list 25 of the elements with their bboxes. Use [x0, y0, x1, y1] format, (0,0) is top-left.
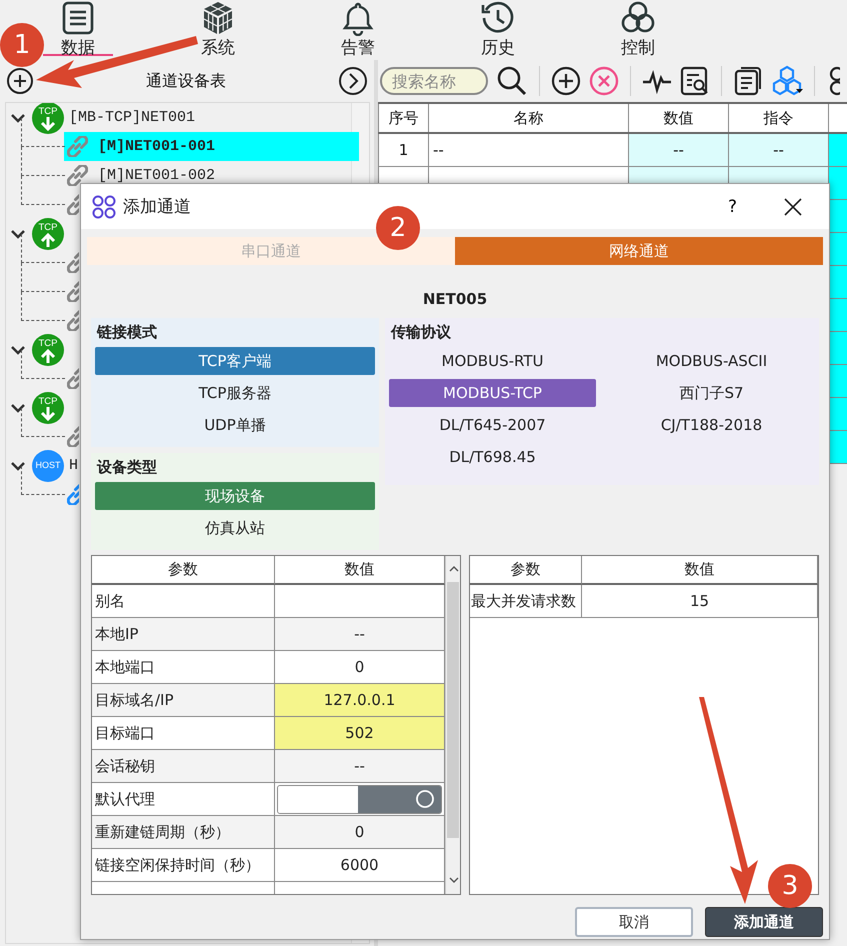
section-title: 设备类型: [96, 457, 158, 478]
table-cell: --: [628, 133, 728, 166]
table-cell: 最大并发请求数: [470, 585, 582, 618]
protocol-badge: TCP: [32, 392, 64, 424]
channel-name: NET005: [422, 290, 488, 308]
table-cell: 重新建链周期（秒）: [92, 816, 275, 849]
step-badge: 1: [0, 23, 44, 67]
table-cell: 本地IP: [92, 618, 275, 651]
protocol-badge: TCP: [32, 103, 64, 134]
table-cell: 1: [378, 133, 428, 166]
column-header: 参数: [92, 556, 275, 585]
column-header: 数值: [582, 556, 818, 585]
table-cell: 目标域名/IP: [92, 684, 275, 717]
table-cell: 会话秘钥: [92, 750, 275, 783]
table-cell: 链接空闲保持时间（秒）: [92, 849, 275, 882]
host-badge: HOST: [32, 450, 64, 482]
section-title: 传输协议: [390, 322, 452, 343]
protocol-badge: TCP: [32, 334, 64, 366]
table-cell: --: [728, 133, 828, 166]
section-title: 链接模式: [96, 322, 158, 343]
protocol-badge: TCP: [32, 218, 64, 250]
column-header: 参数: [470, 556, 582, 585]
panel-title: 通道设备表: [145, 70, 227, 92]
table-cell: --: [428, 133, 628, 166]
dialog-title: 添加通道: [123, 196, 191, 218]
